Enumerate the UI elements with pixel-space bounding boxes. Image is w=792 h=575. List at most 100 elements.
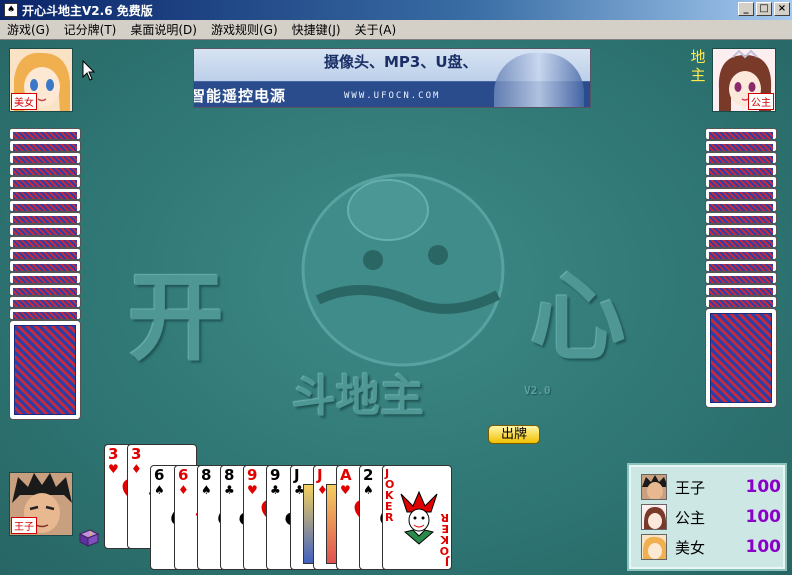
card-back <box>9 272 81 284</box>
avatar-bottom-player: 王子 <box>9 472 73 536</box>
score-player-name: 公主 <box>675 508 706 527</box>
menu-shortcuts[interactable]: 快捷键(J) <box>285 21 348 38</box>
card-back <box>705 236 777 248</box>
card-rank: 8 <box>201 466 212 484</box>
score-player-name: 王子 <box>675 478 706 497</box>
card-back <box>705 200 777 212</box>
card-back <box>705 248 777 260</box>
score-player-name: 美女 <box>675 538 706 557</box>
score-value: 100 <box>745 477 782 497</box>
card-suit-icon: ♣ <box>270 483 281 497</box>
jester-icon <box>400 490 438 545</box>
card-rank: 2 <box>363 466 374 484</box>
card-suit-icon: ♥ <box>247 483 258 497</box>
score-row: 王子 100 <box>641 473 781 501</box>
card-back <box>9 260 81 272</box>
menu-game[interactable]: 游戏(G) <box>0 21 57 38</box>
svg-text:?: ? <box>89 531 92 538</box>
card-rank: 6 <box>178 466 189 484</box>
banner-top-text: 摄像头、MP3、U盘、 <box>324 53 478 71</box>
help-book-icon[interactable]: ? <box>78 528 100 548</box>
card-suit-icon: ♦ <box>131 462 142 476</box>
card-rank: J <box>317 466 323 484</box>
mouse-cursor-icon <box>82 60 96 81</box>
card-back <box>9 212 81 224</box>
card-rank: A <box>340 466 352 484</box>
card-back <box>705 212 777 224</box>
left-player-name: 美女 <box>11 93 37 110</box>
card-rank: 3 <box>108 445 119 463</box>
card-back <box>9 236 81 248</box>
score-value: 100 <box>745 507 782 527</box>
card-back <box>9 152 81 164</box>
score-row: 美女 100 <box>641 533 781 561</box>
card-rank: 3 <box>131 445 142 463</box>
right-player-name: 公主 <box>748 93 774 110</box>
maximize-button[interactable]: □ <box>756 2 772 16</box>
landlord-badge: 地主 <box>690 48 706 84</box>
card-back <box>705 272 777 284</box>
left-player-card-stack <box>9 128 81 428</box>
card-back <box>9 128 81 140</box>
card-suit-icon: ♣ <box>224 483 235 497</box>
card-back <box>705 284 777 296</box>
card-back <box>705 308 777 408</box>
watermark-left-char: 开 <box>128 261 224 374</box>
card-back <box>705 164 777 176</box>
card-back <box>9 248 81 260</box>
card-rank: 9 <box>270 466 281 484</box>
card-suit-icon: ♥ <box>108 462 119 476</box>
card-suit-icon: ♥ <box>340 483 351 497</box>
version-label: V2.0 <box>524 384 551 397</box>
card-back <box>705 188 777 200</box>
card-back <box>9 224 81 236</box>
card-rank: 6 <box>154 466 165 484</box>
close-button[interactable]: × <box>774 2 790 16</box>
card-back <box>9 200 81 212</box>
card-suit-icon: ♠ <box>201 483 212 497</box>
menu-bar: 游戏(G) 记分牌(T) 桌面说明(D) 游戏规则(G) 快捷键(J) 关于(A… <box>0 20 792 40</box>
ad-banner[interactable]: 摄像头、MP3、U盘、 智能遥控电源 WWW.UFOCN.COM <box>193 48 591 108</box>
banner-bottom-text: 智能遥控电源 <box>193 87 287 105</box>
score-panel: 王子 100 公主 100 美女 100 <box>627 463 787 571</box>
card-suit-icon: ♦ <box>178 483 189 497</box>
joker-card[interactable]: JOKER JOKER <box>382 465 452 570</box>
card-suit-icon: ♠ <box>154 483 165 497</box>
banner-url: WWW.UFOCN.COM <box>344 91 441 101</box>
bottom-player-name: 王子 <box>11 517 37 534</box>
card-back <box>9 320 81 420</box>
card-rank: 8 <box>224 466 235 484</box>
mascot-watermark-icon <box>301 173 505 367</box>
right-player-card-stack <box>705 128 777 428</box>
card-back <box>705 128 777 140</box>
card-back <box>705 176 777 188</box>
menu-desktop-help[interactable]: 桌面说明(D) <box>123 21 204 38</box>
card-back <box>705 152 777 164</box>
app-icon: ♠ <box>4 3 18 17</box>
card-back <box>705 260 777 272</box>
card-back <box>9 308 81 320</box>
card-back <box>9 296 81 308</box>
avatar-left-player: 美女 <box>9 48 73 112</box>
watermark-right-char: 心 <box>530 261 626 374</box>
girl-mini-avatar-icon <box>641 534 667 560</box>
window-title: 开心斗地主V2.6 免费版 <box>22 3 153 18</box>
card-suit-icon: ♠ <box>363 483 374 497</box>
score-row: 公主 100 <box>641 503 781 531</box>
princess-mini-avatar-icon <box>641 504 667 530</box>
menu-about[interactable]: 关于(A) <box>348 21 404 38</box>
minimize-button[interactable]: _ <box>738 2 754 16</box>
window-controls: _ □ × <box>738 2 790 16</box>
card-back <box>705 140 777 152</box>
menu-game-rules[interactable]: 游戏规则(G) <box>204 21 285 38</box>
card-back <box>9 164 81 176</box>
card-back <box>9 176 81 188</box>
score-value: 100 <box>745 537 782 557</box>
menu-scoreboard[interactable]: 记分牌(T) <box>57 21 124 38</box>
card-back <box>705 296 777 308</box>
play-cards-button[interactable]: 出牌 <box>488 425 540 444</box>
card-rank: 9 <box>247 466 258 484</box>
card-back <box>705 224 777 236</box>
card-back <box>9 140 81 152</box>
avatar-right-player: 公主 <box>712 48 776 112</box>
